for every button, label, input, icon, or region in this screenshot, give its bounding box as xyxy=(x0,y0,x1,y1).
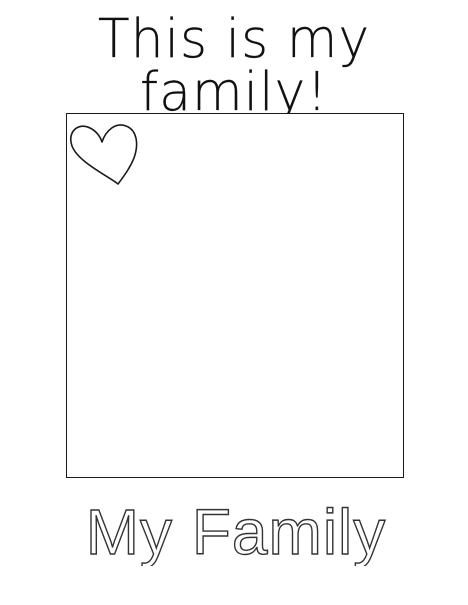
page-title: This is my family! xyxy=(97,8,371,124)
heart-icon xyxy=(70,124,138,185)
footer-label: My Family xyxy=(85,496,387,566)
footer-label-text: My Family xyxy=(86,496,387,566)
